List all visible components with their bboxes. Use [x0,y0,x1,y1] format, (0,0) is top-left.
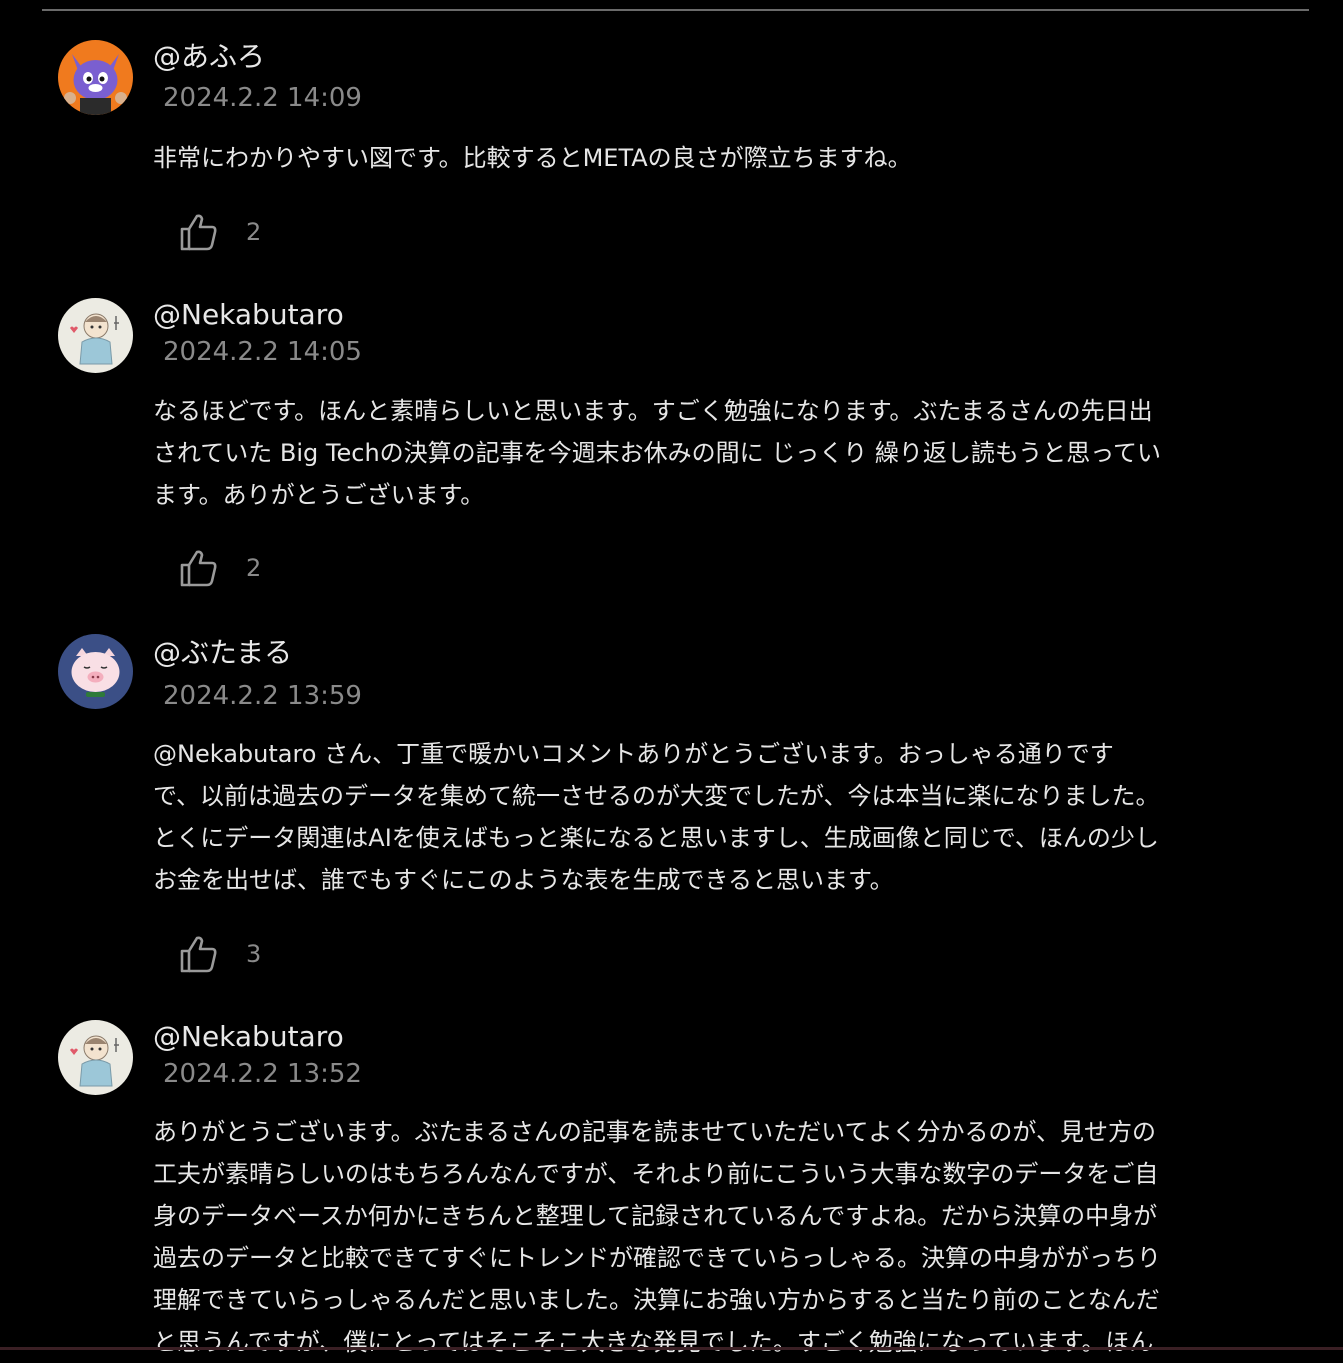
like-count: 2 [246,554,262,582]
like-count: 2 [246,218,262,246]
comment-body-line: 理解できていらっしゃるんだと思いました。決算にお強い方からすると当たり前のことな… [153,1286,1160,1314]
avatar[interactable] [58,40,133,115]
like-button[interactable]: 3 [178,932,261,976]
avatar[interactable] [58,298,133,373]
comment-body-line: ます。ありがとうございます。 [153,481,485,509]
comment-timestamp[interactable]: 2024.2.2 14:09 [163,82,362,114]
comment-body-line: 非常にわかりやすい図です。比較するとMETAの良さが際立ちますね。 [153,144,912,172]
comment-body-line: ありがとうございます。ぶたまるさんの記事を読ませていただいてよく分かるのが、見せ… [153,1118,1156,1146]
comment-body-line: なるほどです。ほんと素晴らしいと思います。すごく勉強になります。ぶたまるさんの先… [153,397,1153,425]
comment-username[interactable]: @あふろ [153,40,265,74]
top-divider [42,9,1309,11]
comment-body-line: 工夫が素晴らしいのはもちろんなんですが、それより前にこういう大事な数字のデータを… [153,1160,1159,1188]
comment-username[interactable]: @Nekabutaro [153,298,344,332]
comment-body: ありがとうございます。ぶたまるさんの記事を読ませていただいてよく分かるのが、見せ… [153,1111,1323,1363]
comment-body: なるほどです。ほんと素晴らしいと思います。すごく勉強になります。ぶたまるさんの先… [153,390,1323,516]
comment-username[interactable]: @Nekabutaro [153,1020,344,1054]
thumbs-up-icon [180,550,217,587]
comment-body-line: お金を出せば、誰でもすぐにこのような表を生成できると思います。 [153,866,894,894]
sketch-person-avatar-icon [58,1020,133,1095]
like-count: 3 [246,940,262,968]
avatar[interactable] [58,1020,133,1095]
comment-body-line: で、以前は過去のデータを集めて統一させるのが大変でしたが、今は本当に楽になりまし… [153,782,1160,810]
comment-body-line: 身のデータベースか何かにきちんと整理して記録されているんですよね。だから決算の中… [153,1202,1158,1230]
like-button[interactable]: 2 [178,546,261,590]
comment-body-line: とくにデータ関連はAIを使えばもっと楽になると思いますし、生成画像と同じで、ほん… [153,824,1159,852]
comment-body: 非常にわかりやすい図です。比較するとMETAの良さが際立ちますね。 [153,137,1323,179]
comment-timestamp[interactable]: 2024.2.2 13:59 [163,680,362,712]
sketch-person-avatar-icon [58,298,133,373]
like-button[interactable]: 2 [178,210,261,254]
comment-username[interactable]: @ぶたまる [153,636,292,670]
comment-body-line: されていた Big Techの決算の記事を今週末お休みの間に じっくり 繰り返し… [153,439,1161,467]
avatar[interactable] [58,634,133,709]
comment-timestamp[interactable]: 2024.2.2 14:05 [163,336,362,368]
comment-timestamp[interactable]: 2024.2.2 13:52 [163,1058,362,1090]
comment-body-line: 過去のデータと比較できてすぐにトレンドが確認できていらっしゃる。決算の中身ががっ… [153,1244,1161,1272]
thumbs-up-icon [180,214,217,251]
pig-avatar-icon [58,634,133,709]
comment-body-line: と思うんですが、僕にとってはそこそこ大きな発見でした。すごく勉強になっています。… [153,1328,1154,1356]
comment-body: @Nekabutaro さん、丁重で暖かいコメントありがとうございます。おっしゃ… [153,733,1323,901]
comment-body-line: @Nekabutaro さん、丁重で暖かいコメントありがとうございます。おっしゃ… [153,740,1114,768]
thumbs-up-icon [180,936,217,973]
cat-character-avatar-icon [58,40,133,115]
